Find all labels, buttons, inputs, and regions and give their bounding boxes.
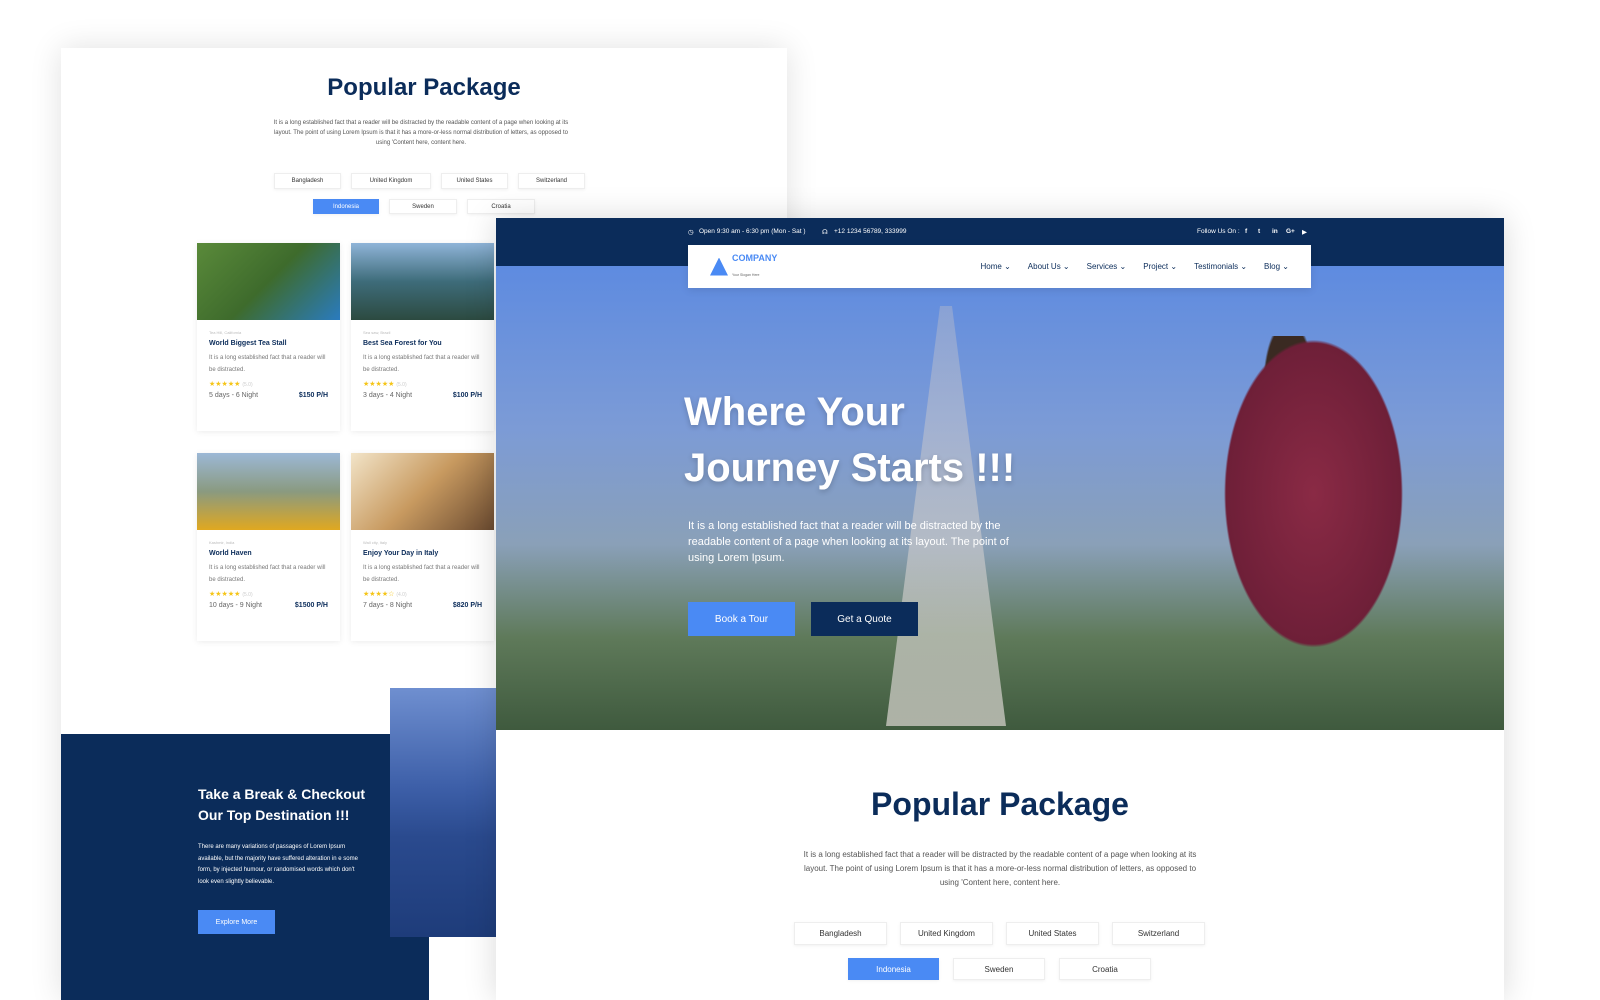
tab-indonesia[interactable]: Indonesia: [848, 958, 939, 980]
rating-value: (4.0): [396, 592, 407, 598]
menu-about-us[interactable]: About Us ⌄: [1028, 262, 1070, 271]
hero-section: Where Your Journey Starts !!! It is a lon…: [496, 266, 1504, 730]
card-image: [351, 453, 494, 530]
tab-switzerland[interactable]: Switzerland: [518, 173, 585, 189]
destination-text: There are many variations of passages of…: [198, 844, 358, 885]
card-duration: 5 days - 6 Night: [209, 392, 259, 399]
card-location: Tea Hill, California: [209, 330, 242, 335]
card-title[interactable]: World Biggest Tea Stall: [209, 340, 328, 347]
menu-testimonials[interactable]: Testimonials ⌄: [1194, 262, 1247, 271]
card-price: $100 P/H: [452, 392, 482, 399]
get-quote-button[interactable]: Get a Quote: [811, 602, 918, 636]
logo-name: COMPANY: [732, 252, 778, 263]
logo[interactable]: COMPANY Your Slogan Here: [710, 253, 777, 281]
card-title[interactable]: Enjoy Your Day in Italy: [363, 550, 482, 557]
follow-label: Follow Us On :: [1197, 228, 1240, 235]
card-price: $150 P/H: [298, 392, 328, 399]
star-rating: ★★★★★: [363, 381, 395, 388]
menu-blog[interactable]: Blog ⌄: [1264, 262, 1289, 271]
card-title[interactable]: Best Sea Forest for You: [363, 340, 482, 347]
title-line-2: Our Top Destination !!!: [198, 807, 350, 823]
tab-sweden[interactable]: Sweden: [953, 958, 1045, 980]
package-card[interactable]: Wall city, Italy Enjoy Your Day in Italy…: [351, 453, 494, 641]
section-intro: It is a long established fact that a rea…: [803, 850, 1197, 887]
tab-united-states[interactable]: United States: [1006, 922, 1099, 945]
linkedin-icon[interactable]: in: [1272, 228, 1278, 235]
logo-mountain-icon: [710, 257, 728, 276]
card-image: [351, 243, 494, 320]
clock-icon: ◷: [688, 229, 694, 236]
menu-home[interactable]: Home ⌄: [981, 262, 1011, 271]
youtube-icon[interactable]: ▶: [1302, 228, 1307, 236]
headset-icon: ☊: [822, 229, 828, 236]
star-rating: ★★★★☆: [363, 591, 395, 598]
hero-text: It is a long established fact that a rea…: [688, 520, 1009, 564]
tab-united-kingdom[interactable]: United Kingdom: [351, 173, 431, 189]
hero-title: Where Your Journey Starts !!!: [684, 384, 1015, 496]
tab-bangladesh[interactable]: Bangladesh: [794, 922, 887, 945]
card-image: [197, 243, 340, 320]
temple-image: [886, 306, 1006, 726]
star-rating: ★★★★★: [209, 591, 241, 598]
destination-image: [390, 688, 496, 937]
section-title: Popular Package: [327, 74, 521, 101]
package-card[interactable]: Kashmir, India World Haven It is a long …: [197, 453, 340, 641]
facebook-icon[interactable]: f: [1245, 228, 1247, 235]
card-image: [197, 453, 340, 530]
navbar: COMPANY Your Slogan Here Home ⌄ About Us …: [688, 245, 1311, 288]
book-tour-button[interactable]: Book a Tour: [688, 602, 795, 636]
card-location: Wall city, Italy: [363, 540, 388, 545]
rating-value: (5.0): [242, 382, 253, 388]
menu-services[interactable]: Services ⌄: [1087, 262, 1127, 271]
card-desc: It is a long established fact that a rea…: [363, 355, 480, 373]
star-rating: ★★★★★: [209, 381, 241, 388]
package-card[interactable]: Sea saw, Brazil Best Sea Forest for You …: [351, 243, 494, 431]
tab-united-kingdom[interactable]: United Kingdom: [900, 922, 993, 945]
card-price: $1500 P/H: [294, 602, 328, 609]
tab-croatia[interactable]: Croatia: [467, 199, 535, 214]
menu-project[interactable]: Project ⌄: [1143, 262, 1177, 271]
title-line-1: Take a Break & Checkout: [198, 786, 366, 802]
tab-bangladesh[interactable]: Bangladesh: [274, 173, 341, 189]
opening-hours: Open 9:30 am - 6:30 pm (Mon - Sat ): [699, 228, 806, 235]
card-duration: 10 days - 9 Night: [209, 602, 262, 609]
logo-slogan: Your Slogan Here: [732, 272, 760, 277]
hero-line-2: Journey Starts !!!: [684, 446, 1016, 490]
tab-croatia[interactable]: Croatia: [1059, 958, 1151, 980]
package-card[interactable]: Tea Hill, California World Biggest Tea S…: [197, 243, 340, 431]
card-location: Sea saw, Brazil: [363, 330, 391, 335]
destination-title: Take a Break & Checkout Our Top Destinati…: [198, 784, 378, 826]
card-duration: 7 days - 8 Night: [363, 602, 413, 609]
tab-switzerland[interactable]: Switzerland: [1112, 922, 1205, 945]
card-desc: It is a long established fact that a rea…: [209, 565, 326, 583]
explore-more-button[interactable]: Explore More: [198, 910, 275, 934]
tab-united-states[interactable]: United States: [441, 173, 508, 189]
hero-line-1: Where Your: [684, 390, 905, 434]
card-price: $820 P/H: [452, 602, 482, 609]
section-title: Popular Package: [871, 786, 1129, 822]
google-plus-icon[interactable]: G+: [1286, 228, 1295, 235]
front-page-preview: ◷ Open 9:30 am - 6:30 pm (Mon - Sat ) ☊ …: [496, 218, 1504, 1000]
card-title[interactable]: World Haven: [209, 550, 328, 557]
card-duration: 3 days - 4 Night: [363, 392, 413, 399]
card-desc: It is a long established fact that a rea…: [363, 565, 480, 583]
section-intro: It is a long established fact that a rea…: [273, 120, 569, 146]
rating-value: (5.0): [396, 382, 407, 388]
tab-sweden[interactable]: Sweden: [389, 199, 457, 214]
twitter-icon[interactable]: t: [1258, 228, 1260, 235]
tab-indonesia[interactable]: Indonesia: [313, 199, 379, 214]
card-desc: It is a long established fact that a rea…: [209, 355, 326, 373]
card-location: Kashmir, India: [209, 540, 235, 545]
destination-section: Take a Break & Checkout Our Top Destinati…: [61, 734, 429, 1000]
phone-number: +12 1234 56789, 333999: [834, 228, 907, 235]
traveler-image: [1176, 336, 1426, 730]
rating-value: (5.0): [242, 592, 253, 598]
